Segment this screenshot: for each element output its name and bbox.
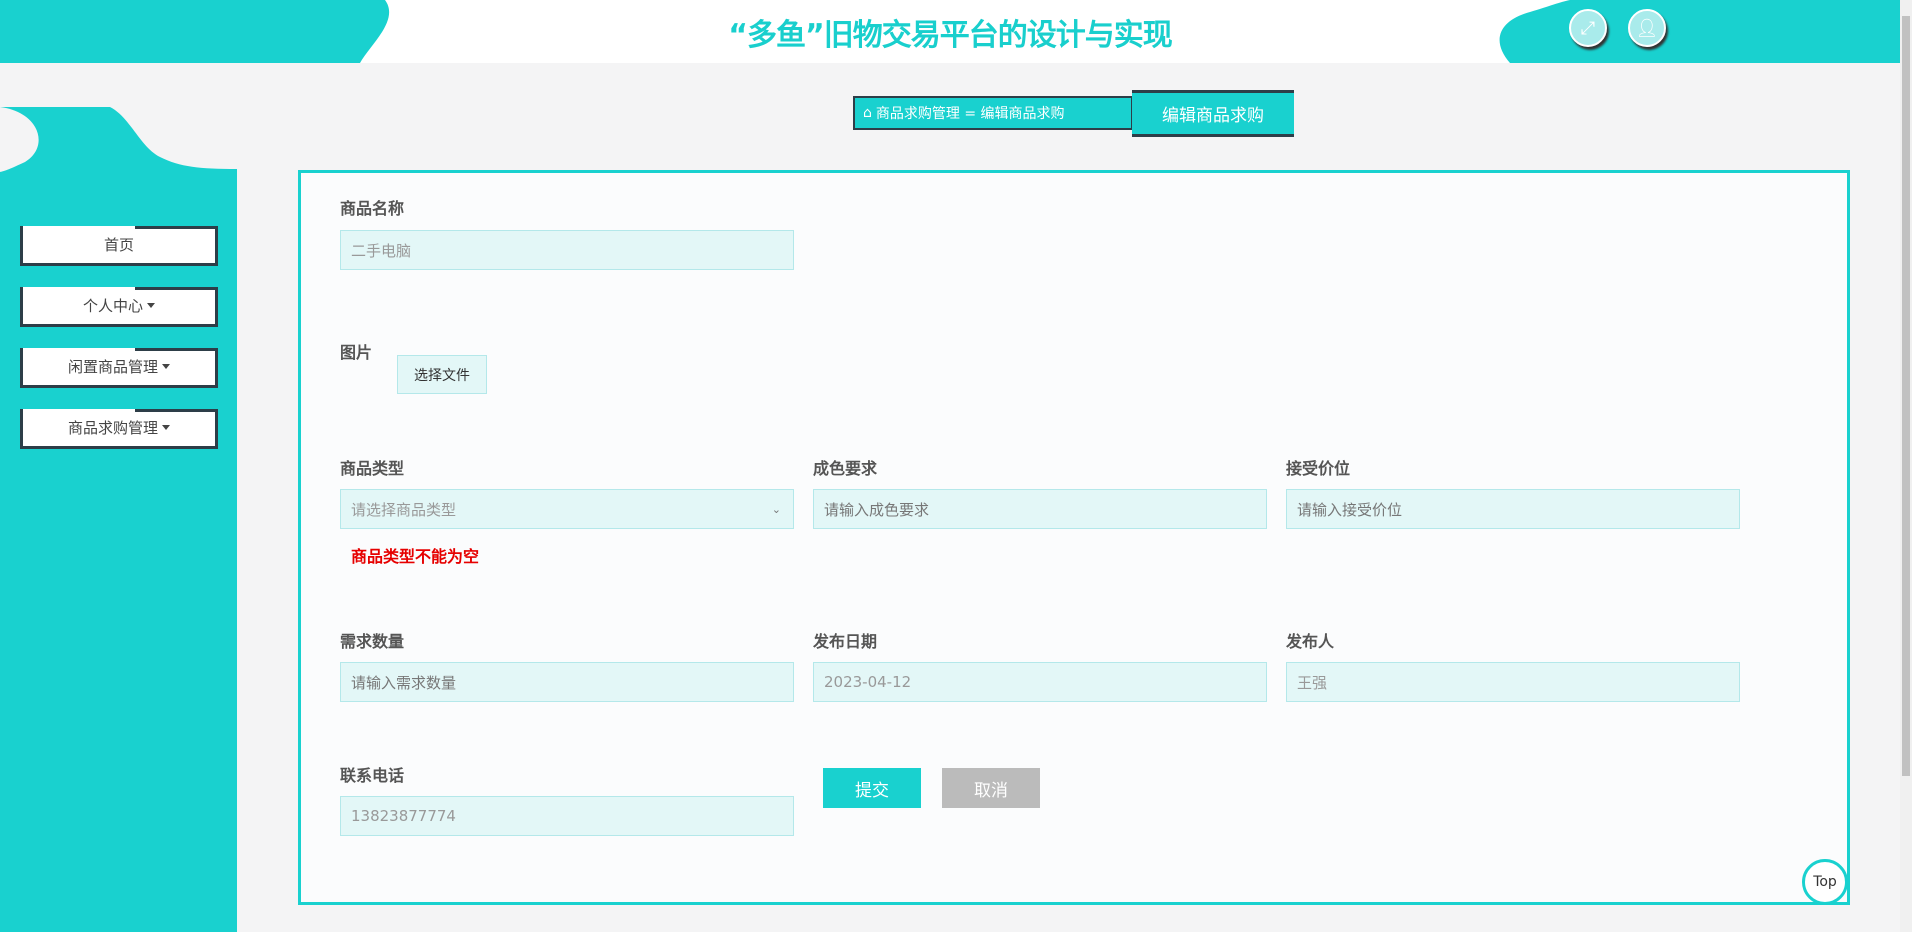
type-error: 商品类型不能为空 [351, 547, 480, 566]
header: “多鱼”旧物交易平台的设计与实现 ⤢ 👤︎ [0, 0, 1900, 63]
sidebar-item-personal-center[interactable]: 个人中心 [20, 287, 218, 327]
sidebar-item-label: 商品求购管理 [67, 419, 158, 437]
name-input[interactable]: 二手电脑 [340, 230, 794, 270]
price-input[interactable]: 请输入接受价位 [1286, 489, 1740, 529]
chevron-down-icon: ⌄ [771, 502, 781, 516]
cancel-button[interactable]: 取消 [942, 768, 1040, 808]
sidebar-item-purchase-requests[interactable]: 商品求购管理 [20, 409, 218, 449]
user-icon: 👤︎ [1635, 17, 1659, 39]
user-button[interactable]: 👤︎ [1628, 9, 1666, 47]
back-to-top-button[interactable]: Top [1802, 859, 1848, 905]
image-label: 图片 [340, 343, 373, 362]
sidebar-item-home[interactable]: 首页 [20, 226, 218, 266]
app-title: “多鱼”旧物交易平台的设计与实现 [728, 18, 1172, 53]
condition-label: 成色要求 [813, 459, 878, 478]
publisher-label: 发布人 [1286, 632, 1335, 651]
publisher-input[interactable]: 王强 [1286, 662, 1740, 702]
sidebar-item-label: 个人中心 [82, 297, 143, 315]
phone-input[interactable]: 13823877774 [340, 796, 794, 836]
type-select[interactable]: 请选择商品类型 ⌄ [340, 489, 794, 529]
choose-file-button[interactable]: 选择文件 [397, 355, 487, 394]
sidebar-item-label: 首页 [103, 236, 134, 254]
name-label: 商品名称 [340, 199, 405, 218]
edit-form: 商品名称 二手电脑 图片 选择文件 商品类型 请选择商品类型 ⌄ 商品类型不能为空… [298, 170, 1850, 905]
sidebar-wave [0, 107, 237, 172]
breadcrumb-current: 编辑商品求购 [1132, 90, 1294, 137]
date-label: 发布日期 [813, 632, 878, 651]
type-label: 商品类型 [340, 459, 405, 478]
home-icon[interactable]: ⌂ [863, 105, 872, 121]
quantity-input[interactable]: 请输入需求数量 [340, 662, 794, 702]
expand-icon: ⤢ [1580, 17, 1596, 39]
caret-down-icon [162, 425, 170, 430]
condition-input[interactable]: 请输入成色要求 [813, 489, 1267, 529]
caret-down-icon [162, 364, 170, 369]
phone-label: 联系电话 [340, 766, 405, 785]
sidebar-item-idle-goods[interactable]: 闲置商品管理 [20, 348, 218, 388]
sidebar: 首页 个人中心 闲置商品管理 商品求购管理 [0, 107, 237, 932]
price-label: 接受价位 [1286, 459, 1351, 478]
caret-down-icon [147, 303, 155, 308]
date-input[interactable]: 2023-04-12 [813, 662, 1267, 702]
type-select-placeholder: 请选择商品类型 [351, 500, 457, 519]
breadcrumb-path[interactable]: 商品求购管理 = 编辑商品求购 [876, 103, 1065, 123]
fullscreen-button[interactable]: ⤢ [1569, 9, 1607, 47]
sidebar-item-label: 闲置商品管理 [67, 358, 158, 376]
scrollbar-thumb[interactable] [1902, 16, 1910, 776]
submit-button[interactable]: 提交 [823, 768, 921, 808]
breadcrumb: ⌂ 商品求购管理 = 编辑商品求购 [853, 96, 1133, 130]
quantity-label: 需求数量 [340, 632, 405, 651]
